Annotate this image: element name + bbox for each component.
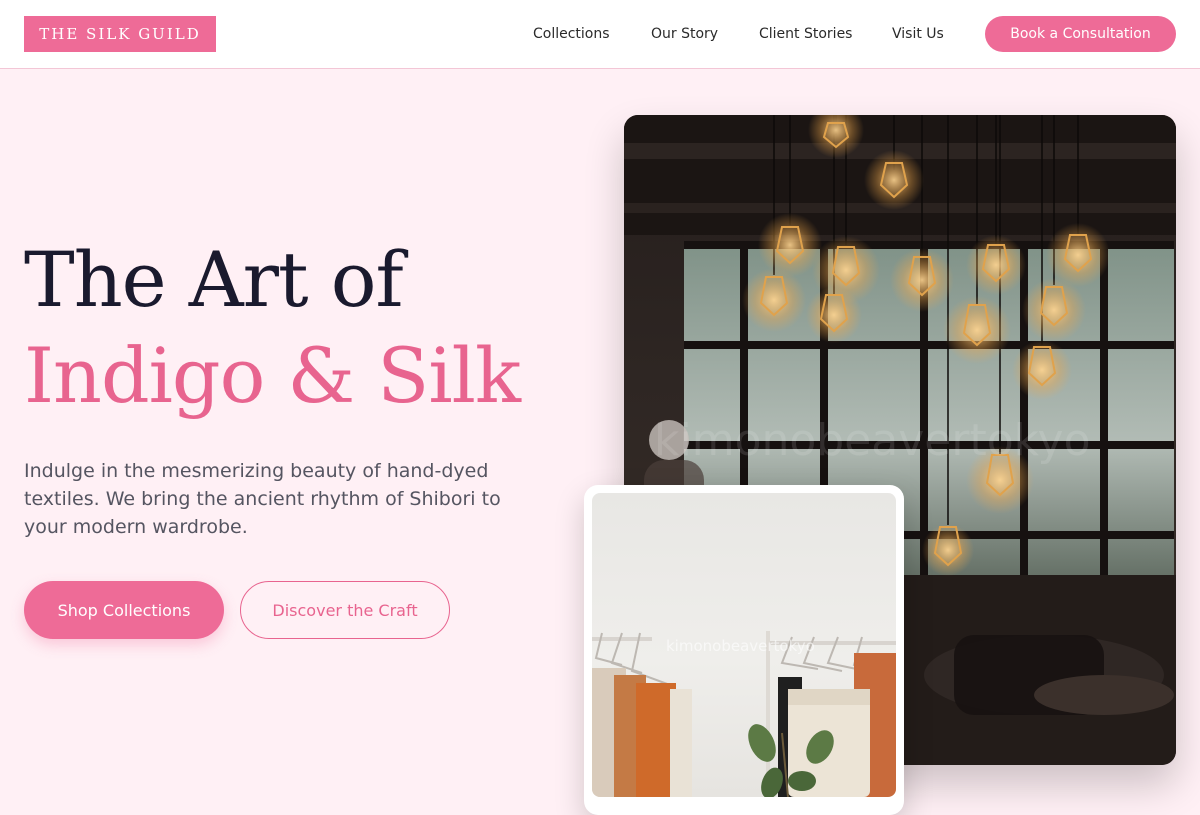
hero-title-line1: The Art of (24, 235, 404, 324)
nav-link-collections[interactable]: Collections (533, 24, 610, 44)
hero-title-line2: Indigo & Silk (24, 331, 521, 420)
sub-image-watermark: kimonobeavertokyo (666, 637, 815, 655)
clothing-rack-card: kimonobeavertokyo (584, 485, 904, 815)
discover-craft-button[interactable]: Discover the Craft (240, 581, 450, 639)
nav-link-our-story[interactable]: Our Story (651, 24, 718, 44)
hero-title: The Art of Indigo & Silk (24, 232, 584, 424)
nav-link-client-stories[interactable]: Client Stories (759, 24, 852, 44)
nav-link-visit-us[interactable]: Visit Us (892, 24, 944, 44)
main-image-watermark: kimonobeavertokyo (654, 415, 1091, 466)
shop-collections-button[interactable]: Shop Collections (24, 581, 224, 639)
brand-logo[interactable]: THE SILK GUILD (24, 16, 216, 52)
hero-description: Indulge in the mesmerizing beauty of han… (24, 460, 501, 538)
book-consultation-button[interactable]: Book a Consultation (985, 16, 1176, 52)
navbar: THE SILK GUILD Collections Our Story Cli… (0, 0, 1200, 69)
clothing-rack-image: kimonobeavertokyo (592, 493, 896, 797)
